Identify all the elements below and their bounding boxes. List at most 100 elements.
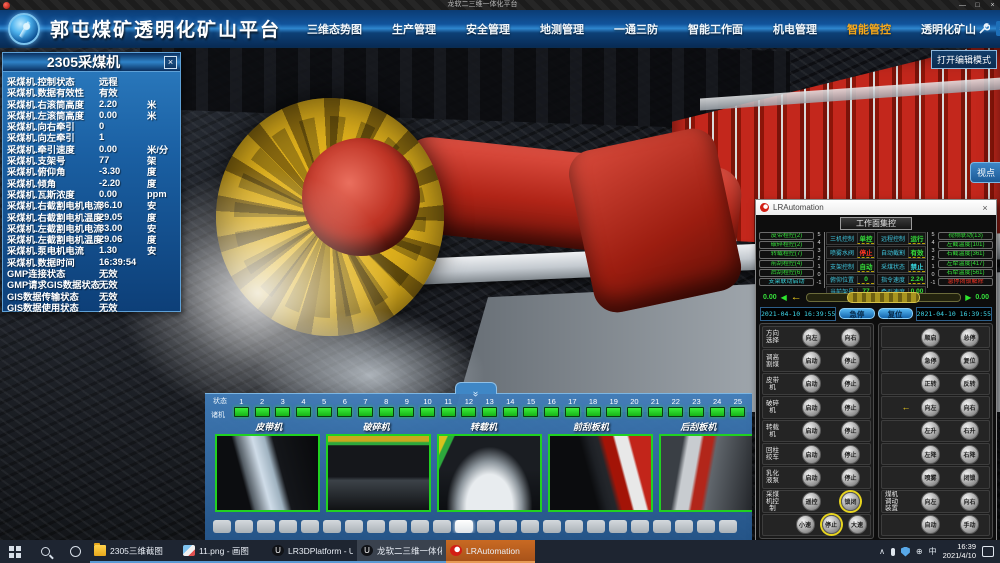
tray-chevron-icon[interactable]: ∧ bbox=[879, 547, 885, 556]
control-button[interactable]: 向右 bbox=[841, 328, 860, 347]
selector-dot[interactable] bbox=[675, 520, 693, 533]
maximize-button[interactable]: □ bbox=[970, 1, 985, 10]
camera-thumbnail[interactable] bbox=[215, 434, 320, 512]
menu-item[interactable]: 安全管理 bbox=[466, 21, 510, 37]
menu-item[interactable]: 三维态势图 bbox=[307, 21, 362, 37]
control-button[interactable]: 停止 bbox=[822, 515, 841, 534]
control-button[interactable]: 向右 bbox=[960, 492, 979, 511]
taskbar-task[interactable]: LRAutomation bbox=[446, 540, 535, 563]
control-button[interactable]: 急停 bbox=[921, 351, 940, 370]
control-button[interactable]: 停止 bbox=[841, 421, 860, 440]
program-button[interactable]: 后刮程控(6) bbox=[759, 269, 814, 277]
ime-indicator[interactable]: 中 bbox=[929, 546, 937, 557]
channel-indicator[interactable]: 14 bbox=[500, 397, 521, 417]
reset-button[interactable]: 复位 bbox=[878, 308, 913, 319]
control-button[interactable]: 停止 bbox=[841, 398, 860, 417]
selector-dot[interactable] bbox=[301, 520, 319, 533]
program-button[interactable]: 转载程控(7) bbox=[759, 250, 814, 258]
estop-button[interactable]: 急停 bbox=[839, 308, 874, 319]
selector-dot[interactable] bbox=[279, 520, 297, 533]
channel-indicator[interactable]: 2 bbox=[252, 397, 273, 417]
channel-indicator[interactable]: 11 bbox=[438, 397, 459, 417]
channel-indicator[interactable]: 19 bbox=[603, 397, 624, 417]
control-button[interactable]: 小速 bbox=[796, 515, 815, 534]
control-button[interactable]: 启动 bbox=[802, 468, 821, 487]
control-button[interactable]: 停止 bbox=[841, 468, 860, 487]
channel-indicator[interactable]: 8 bbox=[376, 397, 397, 417]
slider-track[interactable] bbox=[806, 293, 961, 302]
control-button[interactable]: 启动 bbox=[802, 421, 821, 440]
channel-indicator[interactable]: 13 bbox=[479, 397, 500, 417]
control-button[interactable]: 启动 bbox=[802, 398, 821, 417]
channel-indicator[interactable]: 21 bbox=[645, 397, 666, 417]
menu-item[interactable]: 一通三防 bbox=[614, 21, 658, 37]
menu-item[interactable]: 地测管理 bbox=[540, 21, 584, 37]
channel-indicator[interactable]: 10 bbox=[417, 397, 438, 417]
control-button[interactable]: 大速 bbox=[848, 515, 867, 534]
control-button[interactable]: 闭锁 bbox=[960, 468, 979, 487]
gear-icon[interactable] bbox=[996, 21, 1000, 36]
control-button[interactable]: 反转 bbox=[960, 374, 979, 393]
selector-dot[interactable] bbox=[477, 520, 495, 533]
selector-dot[interactable] bbox=[719, 520, 737, 533]
control-button[interactable]: 手动 bbox=[960, 515, 979, 534]
protect-button[interactable]: 左牵温度(417) bbox=[938, 260, 993, 268]
start-button[interactable] bbox=[0, 540, 30, 563]
close-icon[interactable]: × bbox=[978, 203, 992, 213]
selector-dot[interactable] bbox=[499, 520, 517, 533]
wrench-icon[interactable] bbox=[976, 21, 991, 36]
channel-indicator[interactable]: 9 bbox=[397, 397, 418, 417]
channel-indicator[interactable]: 5 bbox=[314, 397, 335, 417]
protect-button[interactable]: 右牵温度(561) bbox=[938, 269, 993, 277]
selector-dot[interactable] bbox=[213, 520, 231, 533]
menu-item[interactable]: 机电管理 bbox=[773, 21, 817, 37]
control-button[interactable]: 遥控 bbox=[802, 492, 821, 511]
channel-indicator[interactable]: 4 bbox=[293, 397, 314, 417]
program-button[interactable]: 破碎程控(2) bbox=[759, 241, 814, 249]
channel-indicator[interactable]: 16 bbox=[541, 397, 562, 417]
control-button[interactable]: 启动 bbox=[802, 374, 821, 393]
menu-item[interactable]: 智能工作面 bbox=[688, 21, 743, 37]
selector-dot[interactable] bbox=[389, 520, 407, 533]
taskbar-task[interactable]: U 龙软二三维一体化... bbox=[357, 540, 446, 563]
control-button[interactable]: 右降 bbox=[960, 445, 979, 464]
menu-item[interactable]: 透明化矿山 bbox=[921, 21, 976, 37]
channel-indicator[interactable]: 15 bbox=[521, 397, 542, 417]
control-button[interactable]: 停止 bbox=[841, 351, 860, 370]
selector-dot[interactable] bbox=[323, 520, 341, 533]
control-button[interactable]: 向左 bbox=[802, 328, 821, 347]
close-icon[interactable]: × bbox=[164, 56, 177, 69]
taskbar-task[interactable]: U LR3DPlatform - U... bbox=[268, 540, 357, 563]
viewpoint-tab[interactable]: 视点 bbox=[970, 162, 1000, 183]
control-button[interactable]: 左降 bbox=[921, 445, 940, 464]
selector-dot[interactable] bbox=[587, 520, 605, 533]
selector-dot[interactable] bbox=[367, 520, 385, 533]
control-button[interactable]: 启动 bbox=[802, 445, 821, 464]
channel-indicator[interactable]: 6 bbox=[334, 397, 355, 417]
selector-dot[interactable] bbox=[543, 520, 561, 533]
control-button[interactable]: 向左 bbox=[921, 492, 940, 511]
control-button[interactable]: 向右 bbox=[960, 398, 979, 417]
channel-indicator[interactable]: 20 bbox=[624, 397, 645, 417]
channel-indicator[interactable]: 12 bbox=[459, 397, 480, 417]
program-button[interactable]: 皮带程控(2) bbox=[759, 232, 814, 240]
selector-dot[interactable] bbox=[697, 520, 715, 533]
notification-center-icon[interactable] bbox=[982, 546, 994, 557]
control-button[interactable]: 总停 bbox=[960, 328, 979, 347]
channel-indicator[interactable]: 1 bbox=[231, 397, 252, 417]
selector-dot[interactable] bbox=[565, 520, 583, 533]
control-button[interactable]: 左升 bbox=[921, 421, 940, 440]
program-button[interactable]: 支架联动启动 bbox=[759, 278, 814, 286]
cortana-button[interactable] bbox=[60, 540, 90, 563]
channel-indicator[interactable]: 24 bbox=[707, 397, 728, 417]
protect-button[interactable]: 急停闭锁解除 bbox=[938, 278, 993, 286]
selector-dot[interactable] bbox=[631, 520, 649, 533]
selector-dot[interactable] bbox=[345, 520, 363, 533]
control-button[interactable]: 喷雾 bbox=[921, 468, 940, 487]
open-edit-mode-button[interactable]: 打开编辑模式 bbox=[931, 50, 997, 69]
camera-thumbnail[interactable] bbox=[437, 434, 542, 512]
slider-handle[interactable] bbox=[847, 292, 921, 303]
selector-dot[interactable] bbox=[235, 520, 253, 533]
channel-indicator[interactable]: 22 bbox=[665, 397, 686, 417]
protect-button[interactable]: 视频联动(13) bbox=[938, 232, 993, 240]
